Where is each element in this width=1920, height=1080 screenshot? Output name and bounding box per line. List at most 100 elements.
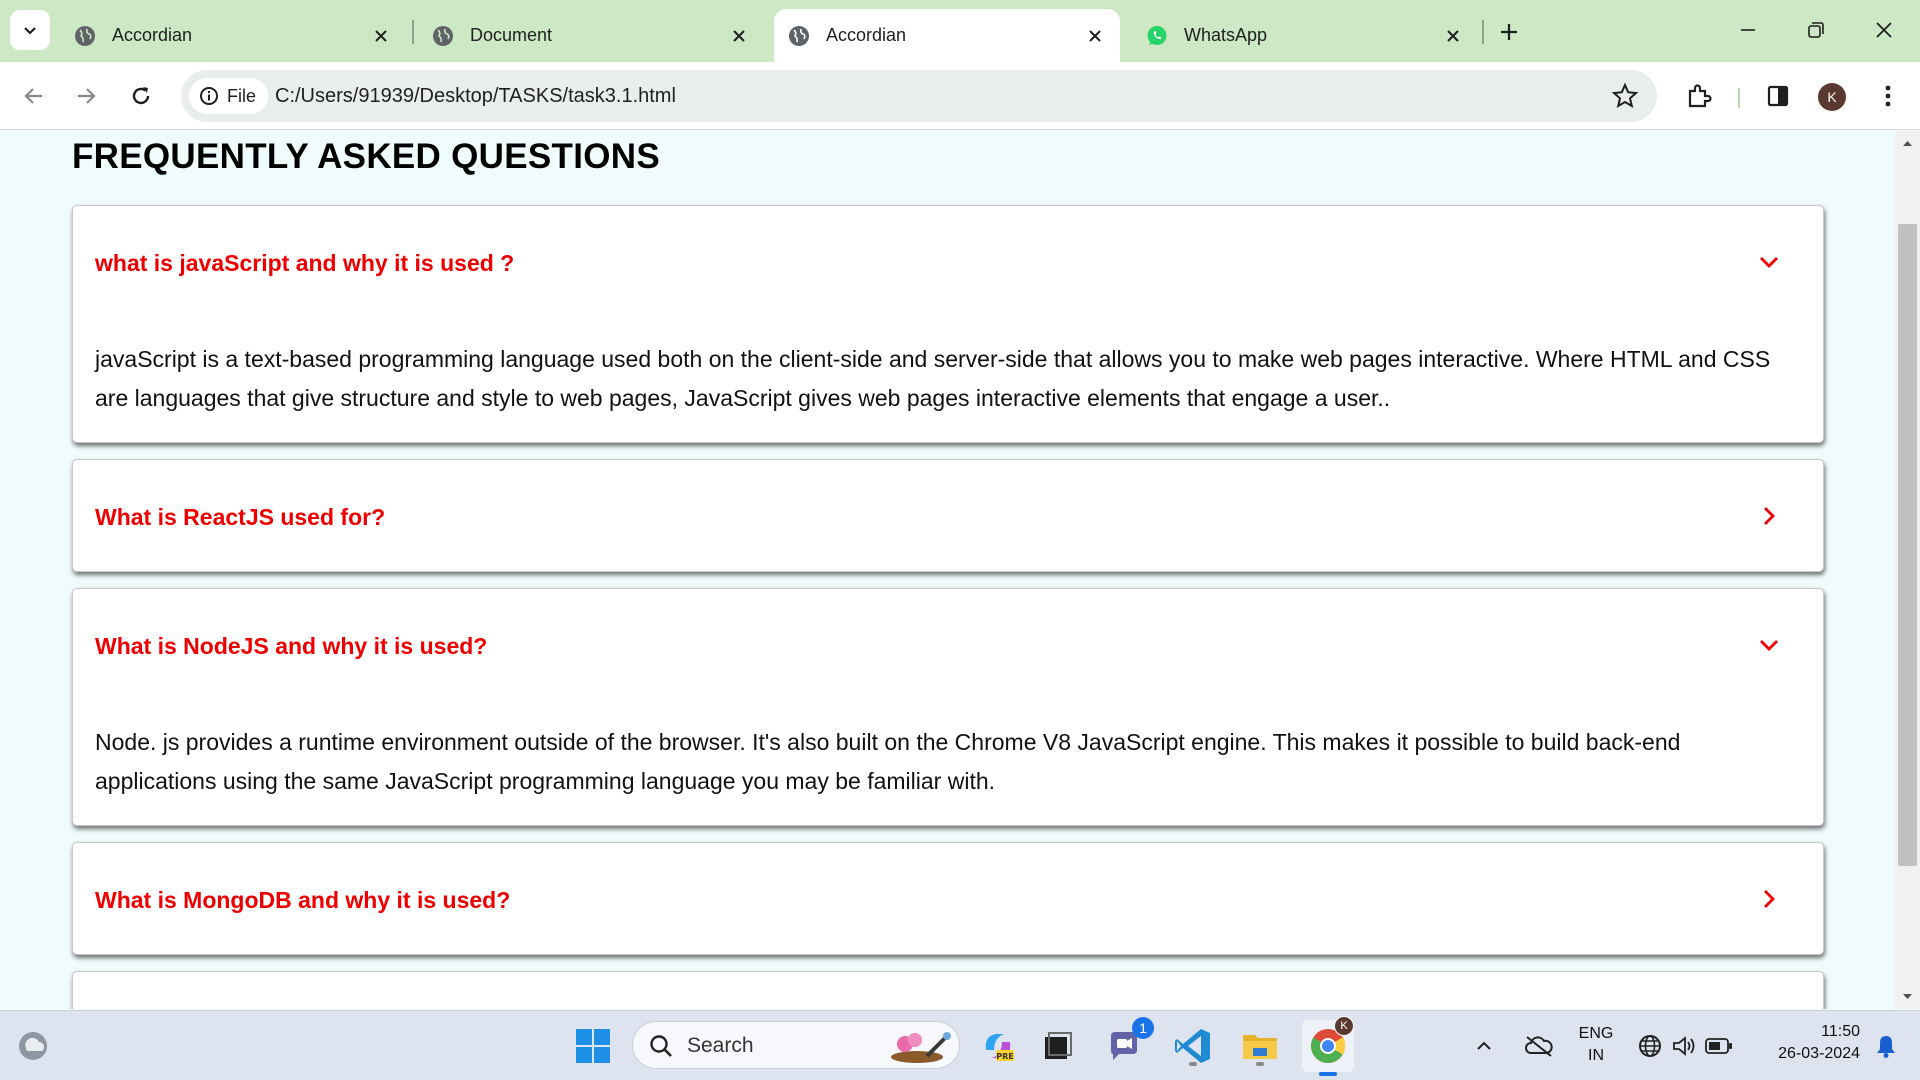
tab-document[interactable]: Document (418, 9, 764, 62)
onedrive-button[interactable] (1516, 1023, 1562, 1069)
widgets-button[interactable] (10, 1023, 56, 1069)
whatsapp-icon (1146, 25, 1168, 47)
close-icon[interactable] (1084, 25, 1106, 47)
globe-icon (74, 25, 96, 47)
file-scheme-label: File (227, 85, 257, 106)
faq-item: What is NodeJS and why it is used? Node.… (72, 588, 1824, 826)
copilot-icon: PRE (985, 1034, 1014, 1061)
teams-badge: 1 (1132, 1017, 1154, 1039)
chevron-right-icon[interactable] (1757, 504, 1781, 528)
chevron-down-icon[interactable] (1757, 633, 1781, 657)
extensions-button[interactable] (1681, 78, 1717, 114)
profile-avatar[interactable]: K (1818, 83, 1846, 111)
menu-button[interactable] (1870, 78, 1906, 114)
battery-icon (1705, 1038, 1732, 1054)
close-window-button[interactable] (1862, 12, 1906, 48)
faq-answer: javaScript is a text-based programming l… (95, 346, 1771, 411)
minimize-icon (1741, 29, 1755, 31)
tab-title: Accordian (112, 25, 193, 45)
scroll-up-icon[interactable] (1901, 137, 1914, 150)
tab-title: Document (470, 25, 553, 45)
close-icon[interactable] (370, 25, 392, 47)
tab-search-button[interactable] (10, 10, 50, 50)
running-indicator (1256, 1062, 1264, 1066)
site-info-chip[interactable]: File (189, 78, 269, 114)
quick-settings-button[interactable] (1630, 1023, 1740, 1069)
page-scrollbar[interactable] (1895, 131, 1920, 1009)
folder-icon (1243, 1035, 1277, 1059)
info-icon (200, 87, 218, 105)
browser-toolbar: File C:/Users/91939/Desktop/TASKS/task3.… (0, 62, 1920, 130)
cloud-offline-icon (1525, 1036, 1553, 1057)
file-explorer-button[interactable] (1237, 1023, 1283, 1069)
notifications-button[interactable] (1866, 1023, 1906, 1069)
tab-title: WhatsApp (1184, 25, 1268, 45)
faq-question[interactable]: what is javaScript and why it is used ? (95, 250, 514, 277)
arrow-right-icon (78, 88, 96, 104)
vscode-button[interactable] (1170, 1023, 1216, 1069)
chevron-down-icon (24, 27, 36, 35)
faq-question[interactable]: What is MongoDB and why it is used? (95, 887, 510, 914)
side-panel-button[interactable] (1760, 78, 1796, 114)
more-vert-icon (1885, 85, 1891, 107)
svg-text:PRE: PRE (996, 1052, 1014, 1061)
search-icon (650, 1035, 672, 1057)
tab-accordian-active[interactable]: Accordian (774, 9, 1120, 62)
back-button[interactable] (14, 76, 54, 116)
date-label: 26-03-2024 (1778, 1045, 1860, 1062)
faq-question[interactable]: What is ReactJS used for? (95, 504, 385, 531)
bell-icon (1877, 1036, 1895, 1058)
chrome-button[interactable]: K (1302, 1016, 1354, 1076)
tab-accordian-1[interactable]: Accordian (60, 9, 406, 62)
faq-item: what is javaScript and why it is used ? … (72, 205, 1824, 443)
scroll-down-icon[interactable] (1901, 990, 1914, 1003)
tab-whatsapp[interactable]: WhatsApp (1132, 9, 1478, 62)
start-button[interactable] (570, 1023, 616, 1069)
new-tab-button[interactable] (1493, 16, 1525, 48)
search-label: Search (687, 1034, 754, 1057)
close-icon[interactable] (728, 25, 750, 47)
chevron-down-icon[interactable] (1757, 250, 1781, 274)
teams-button[interactable]: 1 (1104, 1017, 1154, 1069)
task-view-icon (1045, 1032, 1072, 1059)
volume-icon (1673, 1036, 1695, 1056)
address-bar[interactable]: File C:/Users/91939/Desktop/TASKS/task3.… (181, 70, 1657, 122)
reload-icon (132, 87, 150, 105)
arrow-left-icon (24, 88, 42, 104)
tab-divider (1482, 20, 1484, 44)
clock[interactable]: 11:50 26-03-2024 (1752, 1021, 1860, 1065)
network-globe-icon (1639, 1035, 1661, 1057)
tab-strip: Accordian Document Accordian WhatsApp (0, 0, 1920, 62)
chrome-profile-badge: K (1334, 1016, 1354, 1036)
region-label: IN (1588, 1047, 1604, 1064)
chevron-right-icon[interactable] (1757, 887, 1781, 911)
faq-question[interactable]: What is NodeJS and why it is used? (95, 633, 487, 660)
faq-item: What is ReactJS used for? (72, 459, 1824, 572)
show-hidden-icons-button[interactable] (1468, 1023, 1500, 1069)
page-viewport: FREQUENTLY ASKED QUESTIONS what is javaS… (0, 131, 1895, 1009)
input-language[interactable]: ENG IN (1574, 1023, 1618, 1067)
url-text[interactable]: C:/Users/91939/Desktop/TASKS/task3.1.htm… (275, 70, 676, 122)
vscode-icon (1175, 1029, 1210, 1063)
chevron-up-icon (1477, 1041, 1491, 1050)
faq-answer: Node. js provides a runtime environment … (95, 729, 1681, 794)
globe-icon (432, 25, 454, 47)
faq-item: What is MongoDB and why it is used? (72, 842, 1824, 955)
minimize-button[interactable] (1726, 12, 1770, 48)
globe-icon (788, 25, 810, 47)
tab-divider (412, 20, 414, 44)
time-label: 11:50 (1821, 1023, 1860, 1040)
taskbar-search[interactable]: Search (632, 1021, 960, 1069)
puzzle-icon (1688, 84, 1712, 108)
task-view-button[interactable] (1035, 1023, 1081, 1069)
scrollbar-thumb[interactable] (1898, 224, 1917, 866)
search-highlight-icon (891, 1032, 951, 1063)
close-icon[interactable] (1442, 25, 1464, 47)
copilot-button[interactable]: PRE (975, 1023, 1021, 1069)
weather-icon (19, 1032, 47, 1060)
toolbar-divider (1738, 88, 1740, 108)
bookmark-star-icon[interactable] (1611, 82, 1639, 110)
forward-button[interactable] (66, 76, 106, 116)
reload-button[interactable] (121, 76, 161, 116)
restore-button[interactable] (1794, 12, 1838, 48)
